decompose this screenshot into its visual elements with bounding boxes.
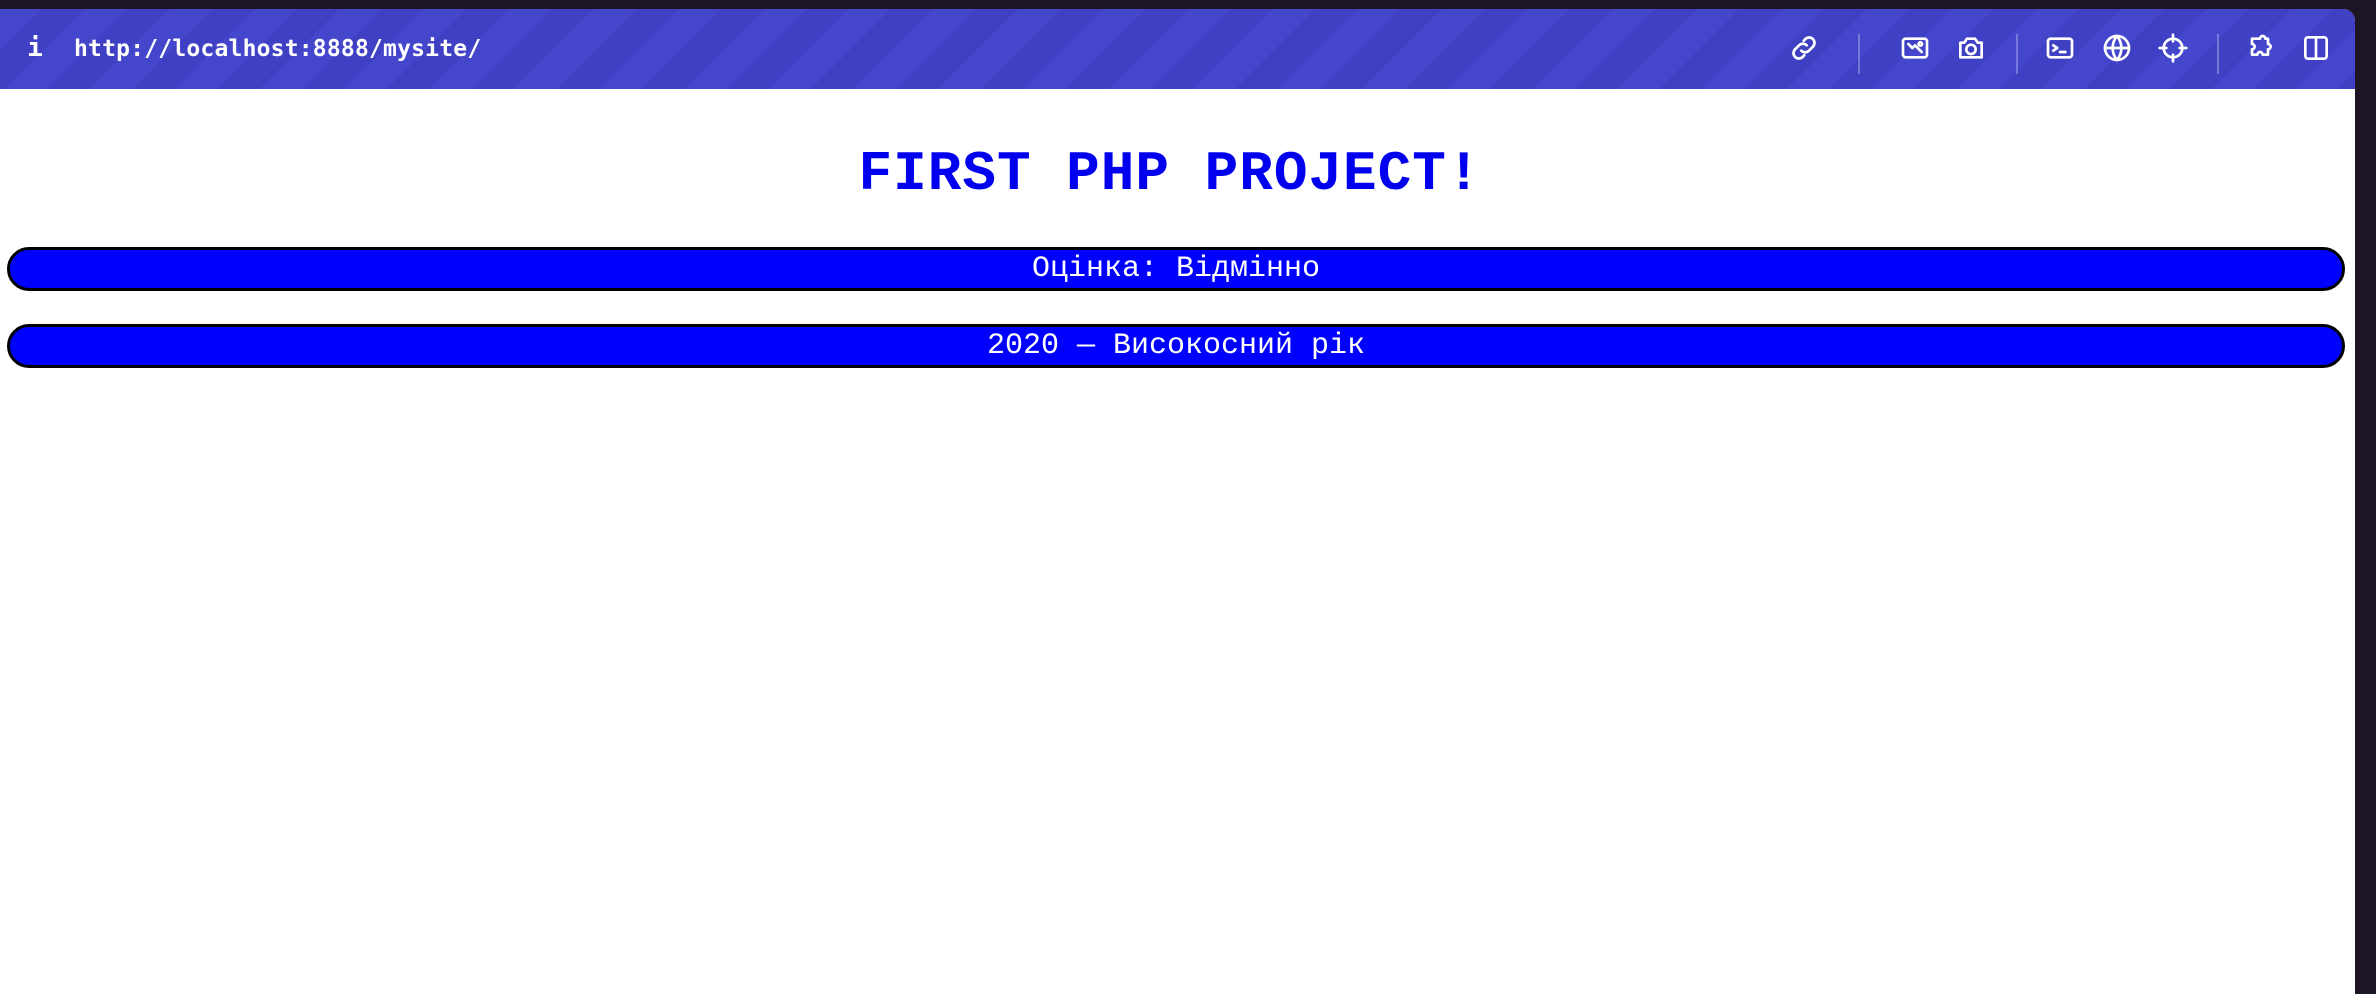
page-content: FIRST PHP PROJECT! Оцінка: Відмінно 2020… (0, 89, 2355, 994)
sidebar-icon[interactable] (2296, 28, 2336, 68)
page-title: FIRST PHP PROJECT! (858, 142, 1482, 206)
camera-icon[interactable] (1951, 28, 1991, 68)
toolbar-separator (2016, 34, 2018, 74)
crosshair-icon[interactable] (2153, 28, 2193, 68)
link-icon[interactable] (1784, 28, 1824, 68)
extensions-icon[interactable] (2240, 28, 2280, 68)
globe-icon[interactable] (2097, 28, 2137, 68)
site-info-icon[interactable]: i (26, 33, 44, 63)
toolbar-separator (2217, 34, 2219, 74)
browser-toolbar: i http://localhost:8888/mysite/ (0, 9, 2355, 89)
address-bar[interactable]: http://localhost:8888/mysite/ (74, 35, 481, 63)
browser-window: i http://localhost:8888/mysite/ FIRST PH… (0, 9, 2355, 994)
leap-year-bar: 2020 — Високосний рік (7, 324, 2345, 368)
terminal-icon[interactable] (2040, 28, 2080, 68)
toolbar-separator (1858, 34, 1860, 74)
grade-bar: Оцінка: Відмінно (7, 247, 2345, 291)
screenshot-area-icon[interactable] (1895, 28, 1935, 68)
